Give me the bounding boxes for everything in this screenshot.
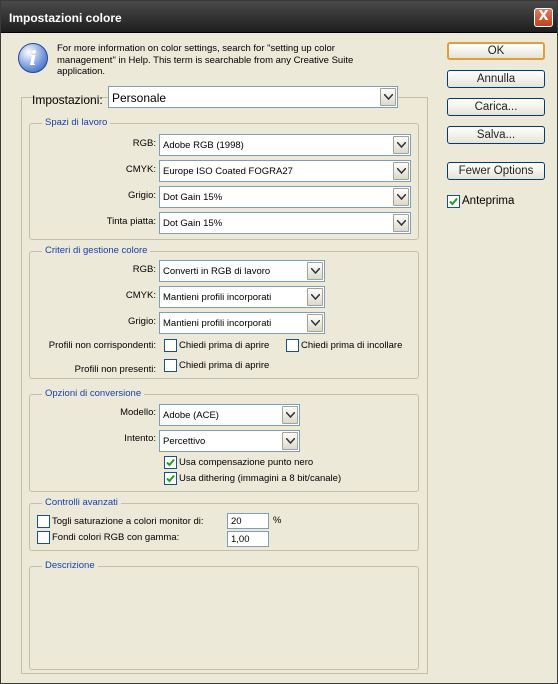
policy-gray-label: Grigio: — [128, 316, 156, 327]
mismatch-paste-label[interactable]: Chiedi prima di incollare — [301, 340, 402, 351]
mismatch-open-label[interactable]: Chiedi prima di aprire — [179, 340, 269, 351]
conversion-legend: Opzioni di conversione — [42, 388, 145, 399]
settings-dropdown[interactable]: Personale — [108, 86, 398, 108]
mismatch-open-checkbox[interactable] — [164, 339, 177, 352]
chevron-down-icon — [393, 188, 409, 206]
description-legend: Descrizione — [42, 560, 98, 571]
chevron-down-icon — [282, 406, 298, 424]
engine-value: Adobe (ACE) — [163, 410, 219, 421]
ws-cmyk-label: CMYK: — [125, 164, 156, 175]
title-bar[interactable]: Impostazioni colore X — [1, 1, 557, 33]
description-section: Descrizione — [29, 560, 419, 670]
ws-gray-value: Dot Gain 15% — [163, 192, 223, 203]
policy-cmyk-value: Mantieni profili incorporati — [163, 292, 272, 303]
ws-rgb-value: Adobe RGB (1998) — [163, 140, 244, 151]
ws-gray-label: Grigio: — [128, 190, 156, 201]
chevron-down-icon — [380, 88, 396, 106]
policy-cmyk-label: CMYK: — [125, 290, 156, 301]
settings-label: Impostazioni: — [32, 93, 103, 107]
chevron-down-icon — [282, 432, 298, 450]
ws-spot-value: Dot Gain 15% — [163, 218, 223, 229]
load-button[interactable]: Carica... — [447, 98, 545, 116]
bpc-label[interactable]: Usa compensazione punto nero — [179, 457, 313, 468]
blend-checkbox[interactable] — [37, 531, 50, 544]
policy-rgb-value: Converti in RGB di lavoro — [163, 266, 271, 277]
policy-gray-dropdown[interactable]: Mantieni profili incorporati — [159, 312, 325, 334]
desaturate-input[interactable]: 20 — [227, 513, 269, 529]
chevron-down-icon — [307, 288, 323, 306]
dither-checkbox[interactable] — [164, 472, 177, 485]
ok-button[interactable]: OK — [447, 42, 545, 60]
missing-open-label[interactable]: Chiedi prima di aprire — [179, 360, 269, 371]
checkmark-icon — [449, 197, 458, 206]
chevron-down-icon — [393, 162, 409, 180]
policy-cmyk-dropdown[interactable]: Mantieni profili incorporati — [159, 286, 325, 308]
chevron-down-icon — [393, 136, 409, 154]
info-icon: i — [18, 43, 48, 73]
ws-rgb-dropdown[interactable]: Adobe RGB (1998) — [159, 134, 411, 156]
policy-gray-value: Mantieni profili incorporati — [163, 318, 272, 329]
desaturate-label[interactable]: Togli saturazione a colori monitor di: — [52, 516, 204, 527]
policy-rgb-label: RGB: — [132, 264, 156, 275]
checkmark-icon — [166, 458, 175, 467]
advanced-section: Controlli avanzati — [29, 497, 419, 551]
cancel-button[interactable]: Annulla — [447, 70, 545, 88]
close-button[interactable]: X — [534, 8, 553, 27]
chevron-down-icon — [307, 314, 323, 332]
working-spaces-legend: Spazi di lavoro — [42, 117, 111, 128]
checkmark-icon — [166, 474, 175, 483]
engine-dropdown[interactable]: Adobe (ACE) — [159, 404, 300, 426]
dither-label[interactable]: Usa dithering (immagini a 8 bit/canale) — [179, 473, 341, 484]
settings-value: Personale — [112, 91, 167, 105]
intent-dropdown[interactable]: Percettivo — [159, 430, 300, 452]
ws-cmyk-value: Europe ISO Coated FOGRA27 — [163, 166, 293, 177]
ws-rgb-label: RGB: — [132, 138, 156, 149]
chevron-down-icon — [393, 214, 409, 232]
missing-open-checkbox[interactable] — [164, 359, 177, 372]
preview-checkbox[interactable] — [447, 195, 460, 208]
preview-label[interactable]: Anteprima — [462, 195, 514, 207]
dialog-body: i For more information on color settings… — [4, 34, 554, 681]
close-icon: X — [538, 9, 549, 24]
dialog-title: Impostazioni colore — [9, 11, 122, 25]
ws-gray-dropdown[interactable]: Dot Gain 15% — [159, 186, 411, 208]
info-text: For more information on color settings, … — [57, 43, 354, 77]
missing-label: Profili non presenti: — [74, 364, 156, 375]
intent-value: Percettivo — [163, 436, 206, 447]
engine-label: Modello: — [120, 407, 156, 418]
ws-spot-label: Tinta piatta: — [106, 216, 156, 227]
policy-rgb-dropdown[interactable]: Converti in RGB di lavoro — [159, 260, 325, 282]
mismatch-paste-checkbox[interactable] — [286, 339, 299, 352]
fewer-options-button[interactable]: Fewer Options — [447, 162, 545, 180]
blend-label[interactable]: Fondi colori RGB con gamma: — [52, 532, 179, 543]
chevron-down-icon — [307, 262, 323, 280]
desaturate-checkbox[interactable] — [37, 515, 50, 528]
ws-cmyk-dropdown[interactable]: Europe ISO Coated FOGRA27 — [159, 160, 411, 182]
policies-legend: Criteri di gestione colore — [42, 245, 151, 256]
desaturate-unit: % — [273, 515, 282, 526]
ws-spot-dropdown[interactable]: Dot Gain 15% — [159, 212, 411, 234]
save-button[interactable]: Salva... — [447, 126, 545, 144]
blend-input[interactable]: 1,00 — [227, 531, 269, 547]
bpc-checkbox[interactable] — [164, 456, 177, 469]
intent-label: Intento: — [124, 433, 156, 444]
color-settings-dialog: Impostazioni colore X i For more informa… — [0, 0, 558, 684]
mismatch-label: Profili non corrispondenti: — [48, 340, 156, 351]
advanced-legend: Controlli avanzati — [42, 497, 121, 508]
